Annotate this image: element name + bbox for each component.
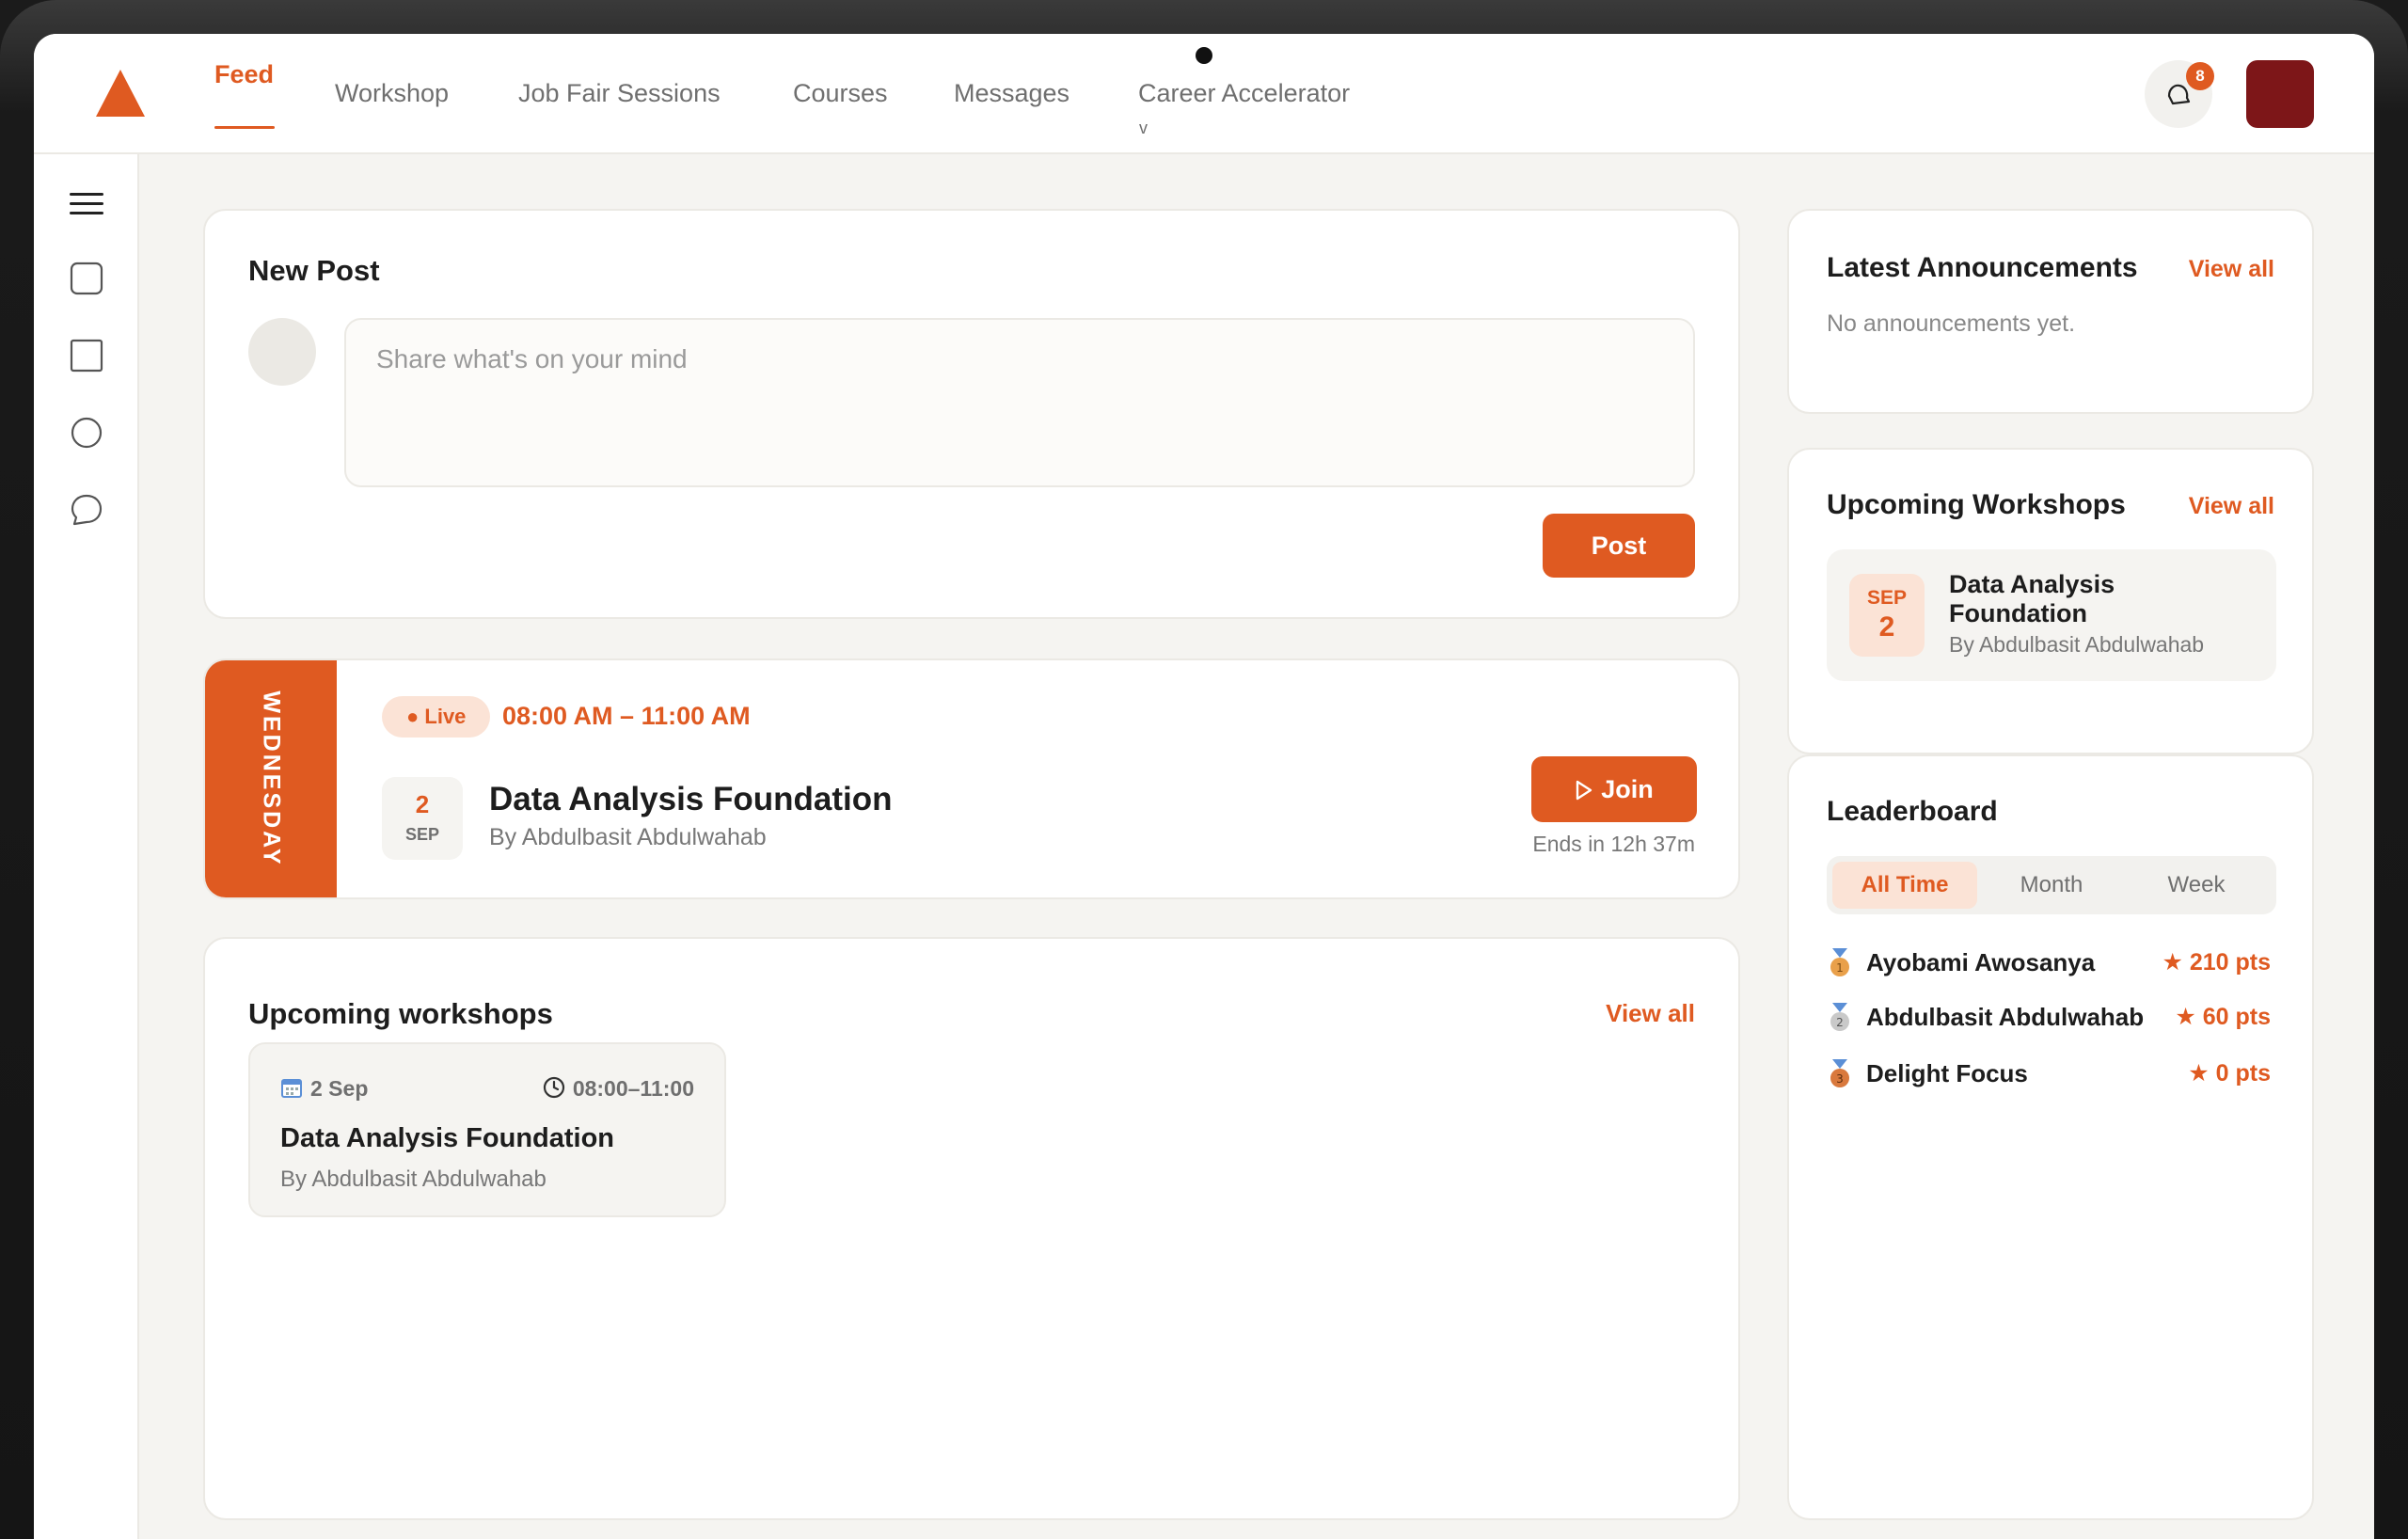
silver-medal-icon: 2 (1830, 1003, 1849, 1031)
notification-count-badge: 8 (2186, 62, 2214, 90)
upcoming-workshops-title: Upcoming workshops (248, 997, 553, 1030)
leaderboard-row[interactable]: 1 Ayobami Awosanya ★ 210 pts (1827, 944, 2276, 982)
session-date-box: 2 SEP (382, 777, 463, 860)
session-date-month: SEP (404, 825, 440, 844)
announcements-view-all[interactable]: View all (2189, 256, 2274, 283)
tab-week[interactable]: Week (2124, 862, 2269, 909)
nav-workshop[interactable]: Workshop (335, 79, 449, 108)
workshop-time: 08:00–11:00 (543, 1076, 694, 1102)
gold-medal-icon: 1 (1830, 948, 1849, 976)
clock-icon (543, 1076, 564, 1099)
side-workshop-date: SEP 2 (1849, 574, 1925, 657)
live-badge: ● Live (382, 696, 491, 738)
side-workshop-tile[interactable]: SEP 2 Data Analysis Foundation By Abdulb… (1827, 549, 2276, 681)
workshop-title: Data Analysis Foundation (280, 1123, 615, 1153)
nav-feed[interactable]: Feed (214, 60, 274, 89)
join-button[interactable]: Join (1531, 756, 1697, 822)
leaderboard-points: ★ 210 pts (2162, 949, 2271, 976)
join-label: Join (1601, 774, 1654, 803)
nav-career-accelerator[interactable]: Career Accelerator (1138, 79, 1350, 108)
upcoming-workshops-view-all[interactable]: View all (1606, 999, 1695, 1028)
side-workshop-month: SEP (1866, 587, 1908, 609)
post-input[interactable] (344, 318, 1695, 487)
medal-rank: 1 (1836, 961, 1844, 975)
live-session-card: WEDNESDAY ● Live 08:00 AM – 11:00 AM 2 S… (203, 658, 1740, 899)
announcements-empty: No announcements yet. (1827, 310, 2076, 337)
workshop-time-text: 08:00–11:00 (572, 1076, 694, 1101)
leaderboard-card: Leaderboard All Time Month Week 1 Ayobam… (1787, 754, 2314, 1520)
bronze-medal-icon: 3 (1830, 1059, 1849, 1087)
side-workshop-day: 2 (1878, 611, 1895, 643)
side-workshops-card: Upcoming Workshops View all SEP 2 Data A… (1787, 448, 2314, 754)
leaderboard-period-tabs: All Time Month Week (1827, 856, 2276, 914)
leaderboard-name: Delight Focus (1866, 1059, 2028, 1087)
calendar-icon (281, 1079, 302, 1098)
announcements-card: Latest Announcements View all No announc… (1787, 209, 2314, 414)
session-host: By Abdulbasit Abdulwahab (489, 824, 767, 850)
nav-job-fair-sessions[interactable]: Job Fair Sessions (518, 79, 721, 108)
app-screen: Feed Workshop Job Fair Sessions Courses … (34, 34, 2374, 1539)
side-workshops-view-all[interactable]: View all (2189, 493, 2274, 520)
sidebar-chat-icon[interactable] (70, 493, 103, 527)
nav-messages[interactable]: Messages (954, 79, 1069, 108)
session-date-day: 2 (415, 790, 430, 818)
new-post-card: New Post Post (203, 209, 1740, 619)
workshop-tile[interactable]: 2 Sep 08:00–11:00 Data Analysis Foundati… (248, 1042, 726, 1217)
announcements-title: Latest Announcements (1827, 252, 2138, 283)
session-day: WEDNESDAY (258, 690, 285, 867)
nav-courses[interactable]: Courses (793, 79, 888, 108)
workshop-date-text: 2 Sep (310, 1076, 369, 1101)
side-workshops-title: Upcoming Workshops (1827, 489, 2126, 520)
user-avatar[interactable] (2246, 60, 2314, 128)
session-time: 08:00 AM – 11:00 AM (502, 702, 751, 730)
side-workshop-title: Data Analysis Foundation (1949, 570, 2115, 627)
workshop-date: 2 Sep (280, 1076, 368, 1102)
tab-all-time[interactable]: All Time (1832, 862, 1977, 909)
new-post-title: New Post (248, 254, 380, 287)
upcoming-workshops-card: Upcoming workshops View all 2 Sep 08:00–… (203, 937, 1740, 1520)
play-icon (1576, 780, 1592, 800)
chevron-down-icon[interactable]: v (1139, 119, 1148, 138)
sidebar-square-icon-2[interactable] (70, 339, 103, 373)
sidebar-square-icon-1[interactable] (70, 262, 103, 295)
nav-active-indicator (214, 126, 275, 129)
medal-rank: 3 (1836, 1072, 1844, 1086)
leaderboard-row[interactable]: 2 Abdulbasit Abdulwahab ★ 60 pts (1827, 999, 2276, 1037)
side-workshop-host: By Abdulbasit Abdulwahab (1949, 632, 2205, 657)
menu-icon[interactable] (70, 190, 103, 218)
session-ends-in: Ends in 12h 37m (1532, 832, 1695, 856)
sidebar-circle-icon[interactable] (70, 416, 103, 450)
leaderboard-title: Leaderboard (1827, 796, 1998, 827)
post-button[interactable]: Post (1543, 514, 1695, 578)
leaderboard-points: ★ 60 pts (2175, 1004, 2271, 1030)
logo-triangle-icon[interactable] (96, 70, 145, 117)
tab-month[interactable]: Month (1979, 862, 2124, 909)
sidebar (34, 154, 139, 1539)
medal-rank: 2 (1836, 1016, 1844, 1029)
leaderboard-name: Ayobami Awosanya (1866, 948, 2096, 976)
workshop-host: By Abdulbasit Abdulwahab (280, 1166, 547, 1192)
leaderboard-row[interactable]: 3 Delight Focus ★ 0 pts (1827, 1055, 2276, 1093)
composer-avatar (248, 318, 316, 386)
leaderboard-points: ★ 0 pts (2188, 1060, 2271, 1087)
leaderboard-name: Abdulbasit Abdulwahab (1866, 1003, 2145, 1031)
camera-dot (1196, 47, 1212, 64)
day-strip: WEDNESDAY (205, 660, 337, 897)
session-title: Data Analysis Foundation (489, 781, 893, 817)
